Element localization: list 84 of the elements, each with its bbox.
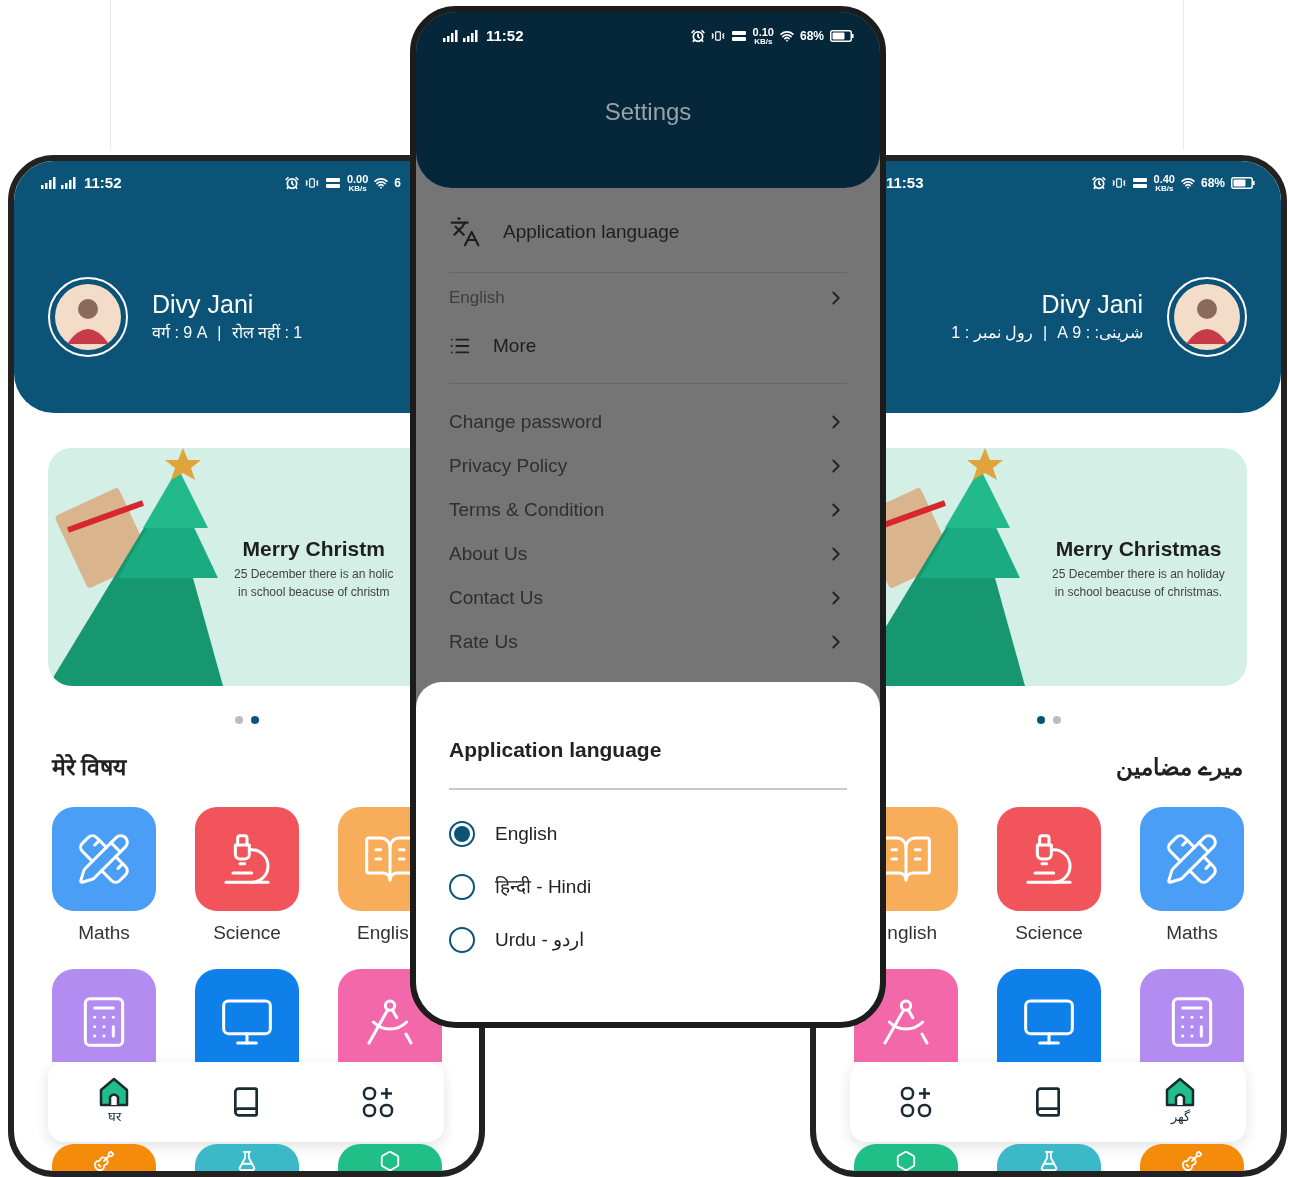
language-option[interactable]: English <box>449 819 847 849</box>
home-icon <box>98 1077 130 1108</box>
nav-tab[interactable]: گھر <box>1145 1077 1215 1127</box>
section-title: میرے مضامین <box>1115 753 1243 783</box>
subject-tile[interactable] <box>52 969 156 1062</box>
subject-tile[interactable] <box>195 969 299 1062</box>
wifi-icon <box>779 29 794 43</box>
subject-tile[interactable] <box>854 1144 958 1171</box>
nav-tab[interactable]: घर <box>79 1077 149 1127</box>
vibrate-icon <box>1111 176 1126 190</box>
battery-percent: 68% <box>1200 175 1225 192</box>
flask-icon <box>1038 1150 1060 1171</box>
student-name: Divy Jani <box>1041 289 1143 321</box>
subject-label: Maths <box>78 920 130 945</box>
setting-label: Application language <box>503 219 680 244</box>
hexagon-icon <box>895 1150 917 1171</box>
hexagon-icon <box>379 1150 401 1171</box>
subject-label: Maths <box>1166 920 1218 945</box>
subject-tile[interactable] <box>997 969 1101 1062</box>
separator: | <box>1043 322 1048 343</box>
vibrate-icon <box>304 176 319 190</box>
radio-button[interactable] <box>449 874 475 900</box>
network-speed: 0.10 <box>752 26 774 38</box>
subject-tile[interactable] <box>1140 969 1244 1062</box>
section-label: More <box>493 333 537 358</box>
home-icon <box>1164 1077 1196 1108</box>
subject-label: Englis <box>356 920 409 945</box>
banner-title: Merry Christm <box>242 536 385 563</box>
speed-unit: KB/s <box>348 184 367 193</box>
wifi-icon <box>1180 176 1195 190</box>
language-option[interactable]: हिन्दी - Hindi <box>449 872 847 902</box>
subject-tile[interactable] <box>1140 1144 1244 1171</box>
student-info: رول نمبر : 1 <box>951 322 1034 344</box>
subject-label: Science <box>213 920 281 945</box>
translate-icon <box>449 216 481 248</box>
section-title: मेरे विषय <box>52 753 127 782</box>
language-option[interactable]: اردو - Urdu <box>449 925 847 955</box>
subject-tile[interactable] <box>997 1144 1101 1171</box>
banner-title: Merry Christmas <box>1055 536 1222 563</box>
radio-button[interactable] <box>449 821 475 847</box>
screen-title: Settings <box>603 97 693 127</box>
network-speed: 0.00 <box>346 173 369 185</box>
signal-icon <box>40 177 56 189</box>
speed-unit: KB/s <box>1155 184 1174 193</box>
subject-tile[interactable] <box>52 1144 156 1171</box>
apps-icon <box>900 1086 932 1118</box>
speed-unit: KB/s <box>754 37 773 46</box>
battery-percent: 68% <box>799 28 824 45</box>
alarm-icon <box>690 29 705 43</box>
signal-icon <box>442 30 458 42</box>
subject-tile[interactable] <box>338 1144 442 1171</box>
flask-icon <box>236 1150 258 1171</box>
subject-tile[interactable] <box>52 806 156 911</box>
subject-label: nglish <box>887 920 938 945</box>
student-info: वर्ग : 9 A <box>152 322 208 343</box>
vibrate-icon <box>710 29 725 43</box>
status-time: 11:52 <box>486 25 524 46</box>
apps-icon <box>362 1086 394 1118</box>
student-info: रोल नहीं : 1 <box>231 322 303 343</box>
subject-label: Science <box>1015 920 1083 945</box>
subject-tile[interactable] <box>195 1144 299 1171</box>
status-time: 11:53 <box>886 172 924 193</box>
sheet-title: Application language <box>449 737 663 763</box>
battery-percent: 6 <box>394 175 401 192</box>
subject-tile[interactable] <box>195 806 299 911</box>
subject-tile[interactable] <box>1140 806 1244 911</box>
signal-icon <box>60 177 76 189</box>
wifi-icon <box>374 176 389 190</box>
student-name: Divy Jani <box>152 289 254 321</box>
guitar-icon <box>93 1150 115 1171</box>
radio-button[interactable] <box>449 927 475 953</box>
banner-text: 25 December there is an holic <box>234 565 394 583</box>
alarm-icon <box>284 176 299 190</box>
status-time: 11:52 <box>84 172 122 193</box>
separator: | <box>217 322 222 343</box>
banner-text: in school beacuse of christm <box>238 583 390 601</box>
banner-text: in school beacuse of christmas. <box>1054 583 1223 601</box>
student-info: شرینی: : 9 A <box>1057 322 1143 344</box>
banner-text: 25 December there is an holiday <box>1052 565 1225 583</box>
alarm-icon <box>1091 176 1106 190</box>
guitar-icon <box>1181 1150 1203 1171</box>
signal-icon <box>462 30 478 42</box>
network-speed: 0.40 <box>1153 173 1175 185</box>
subject-tile[interactable] <box>997 806 1101 911</box>
